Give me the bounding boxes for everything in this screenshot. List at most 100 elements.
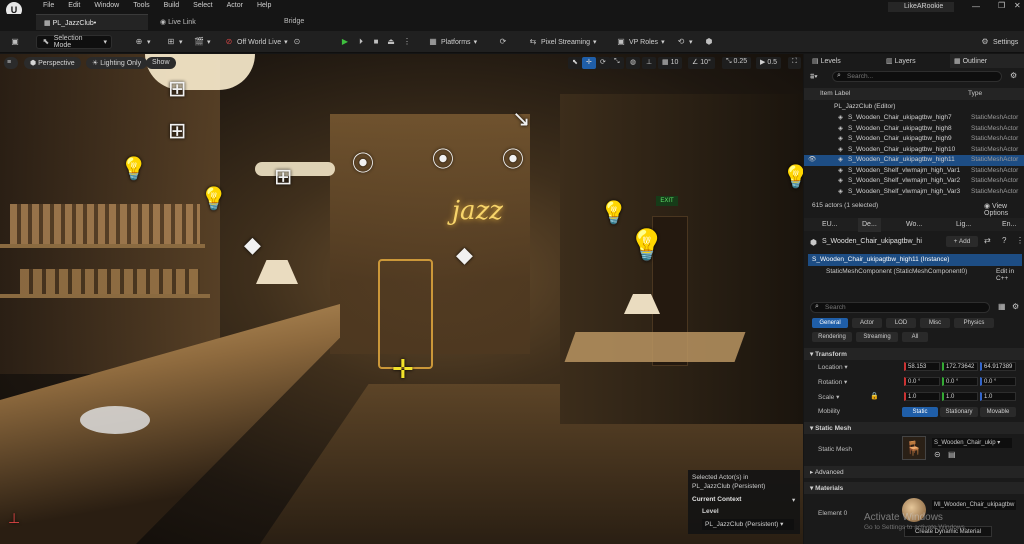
level-dropdown[interactable]: PL_JazzClub (Persistent) ▾ <box>702 519 794 530</box>
menu-edit[interactable]: Edit <box>61 2 87 9</box>
filter-rendering[interactable]: Rendering <box>812 332 852 342</box>
location-dropdown[interactable]: Location ▾ <box>818 363 848 371</box>
menu-actor[interactable]: Actor <box>220 2 250 9</box>
play-options-button[interactable]: ⋮ <box>398 35 416 49</box>
materials-section[interactable]: ▾ Materials <box>804 482 1024 494</box>
point-light-icon[interactable]: ⊞ <box>168 118 186 144</box>
mesh-dropdown[interactable]: S_Wooden_Chair_ukip ▾ <box>932 438 1012 448</box>
scale-snap-button[interactable]: ⤡ 0.25 <box>722 57 752 69</box>
tab-outliner[interactable]: ▦ Outliner <box>950 54 1024 68</box>
component-row[interactable]: StaticMeshComponent (StaticMeshComponent… <box>826 268 967 275</box>
visibility-eye-icon[interactable]: 👁 <box>808 155 816 166</box>
blueprint-button[interactable]: ⊞ ▾ <box>162 35 187 49</box>
maximize-viewport-icon[interactable]: ⛶ <box>788 57 801 69</box>
scale-y[interactable]: 1.0 <box>942 392 978 401</box>
scale-dropdown[interactable]: Scale ▾ <box>818 393 839 401</box>
details-search[interactable]: ⌕ Search <box>810 302 990 313</box>
help-icon[interactable]: ? <box>1002 236 1006 245</box>
settings-dropdown[interactable]: ⚙ Settings <box>976 35 1022 49</box>
tab-levels[interactable]: ▤ Levels <box>808 54 845 68</box>
rect-light-icon[interactable]: ◆ <box>456 242 473 268</box>
tab-env[interactable]: En... <box>998 218 1020 232</box>
maximize-icon[interactable]: ❐ <box>998 1 1005 10</box>
menu-build[interactable]: Build <box>157 2 187 9</box>
level-viewport[interactable]: jazz EXIT ⊞ ⊞ ⊞ ⦿ ⦿ ⦿ ↘ 💡 💡 💡 💡 💡 ◆ ◆ ✛ … <box>0 54 803 544</box>
material-dropdown[interactable]: MI_Wooden_Chair_ukipagtbw <box>932 500 1016 510</box>
save-icon[interactable]: ▣ <box>6 35 24 49</box>
selection-mode-dropdown[interactable]: ⬉ Selection Mode ▾ <box>36 35 112 49</box>
lightbulb-icon[interactable]: 💡 <box>600 200 627 226</box>
platforms-dropdown[interactable]: ▦ Platforms ▾ <box>424 35 481 49</box>
refresh-button[interactable]: ⟳ <box>494 35 512 49</box>
outliner-row[interactable]: ◈ S_Wooden_Shelf_vlwmajm_high_Var1 StaticM… <box>804 166 1024 177</box>
filter-general[interactable]: General <box>812 318 848 328</box>
outliner-row[interactable]: ◈ S_Wooden_Shelf_vlwmajm_high_Var3 StaticM… <box>804 187 1024 198</box>
scale-x[interactable]: 1.0 <box>904 392 940 401</box>
location-z[interactable]: 64.917389 <box>980 362 1016 371</box>
tab-bridge[interactable]: Bridge <box>276 14 356 30</box>
lightbulb-icon[interactable]: 💡 <box>120 156 147 182</box>
col-item-label[interactable]: Item Label <box>820 90 850 97</box>
record-button[interactable]: ⊙ <box>288 35 306 49</box>
menu-select[interactable]: Select <box>186 2 219 9</box>
rotation-y[interactable]: 0.0 ° <box>942 377 978 386</box>
rotation-z[interactable]: 0.0 ° <box>980 377 1016 386</box>
mobility-static[interactable]: Static <box>902 407 938 417</box>
lighting-only-button[interactable]: ☀ Lighting Only <box>86 57 148 69</box>
mobility-stationary[interactable]: Stationary <box>940 407 978 417</box>
rotate-mode-icon[interactable]: ⟳ <box>596 57 610 69</box>
filter-misc[interactable]: Misc <box>920 318 950 328</box>
outliner-row[interactable]: 👁 ◈ S_Wooden_Chair_ukipagtbw_high11 StaticM… <box>804 155 1024 166</box>
lock-icon[interactable]: 🔒 <box>870 392 879 400</box>
point-light-icon[interactable]: ⊞ <box>168 76 186 102</box>
outliner-search[interactable]: ⌕ Search... <box>832 71 1002 82</box>
angle-snap-button[interactable]: ∠ 10° <box>688 57 715 69</box>
outliner-row[interactable]: ◈ S_Wooden_Chair_ukipagtbw_high8 StaticMes… <box>804 124 1024 135</box>
transform-section[interactable]: ▾ Transform <box>804 348 1024 360</box>
tab-level[interactable]: ▦ PL_JazzClub• <box>36 14 148 30</box>
select-mode-icon[interactable]: ⬉ <box>568 57 582 69</box>
filter-physics[interactable]: Physics <box>954 318 994 328</box>
close-icon[interactable]: ✕ <box>1014 1 1021 10</box>
scale-mode-icon[interactable]: ⤡ <box>610 57 624 69</box>
outliner-row[interactable]: ◈ S_Wooden_Shelf_vlwmajm_high_Var2 StaticM… <box>804 176 1024 187</box>
menu-window[interactable]: Window <box>87 2 126 9</box>
chair-selected[interactable] <box>378 259 433 369</box>
filter-streaming[interactable]: Streaming <box>856 332 898 342</box>
edit-cpp-link[interactable]: Edit in C++ <box>996 268 1024 282</box>
add-actor-button[interactable]: ⊕ ▾ <box>130 35 155 49</box>
filter-actor[interactable]: Actor <box>852 318 882 328</box>
outliner-root[interactable]: PL_JazzClub (Editor) <box>804 102 1024 113</box>
location-y[interactable]: 172.73642 <box>942 362 978 371</box>
lightbulb-icon[interactable]: 💡 <box>628 228 665 263</box>
outliner-row[interactable]: ◈ S_Wooden_Chair_ukipagtbw_high9 StaticMes… <box>804 134 1024 145</box>
current-context-header[interactable]: Current Context <box>692 496 741 503</box>
rotation-dropdown[interactable]: Rotation ▾ <box>818 378 847 386</box>
menu-help[interactable]: Help <box>250 2 278 9</box>
cube-button[interactable]: ⬢ <box>700 35 718 49</box>
tab-world[interactable]: Wo... <box>902 218 926 232</box>
scale-z[interactable]: 1.0 <box>980 392 1016 401</box>
outliner-row[interactable]: ◈ S_Wooden_Chair_ukipagtbw_high10 StaticMe… <box>804 145 1024 156</box>
grid-view-icon[interactable]: ▦ <box>998 302 1006 311</box>
tab-details[interactable]: De... <box>858 218 881 232</box>
tab-eu[interactable]: EU... <box>818 218 842 232</box>
static-mesh-section[interactable]: ▾ Static Mesh <box>804 422 1024 434</box>
add-component-button[interactable]: + Add <box>946 236 978 247</box>
blueprint-edit-icon[interactable]: ⇄ <box>984 236 991 245</box>
outliner-row[interactable]: ◈ S_Wooden_Chair_ukipagtbw_high7 StaticMes… <box>804 113 1024 124</box>
minimize-icon[interactable]: — <box>972 2 980 11</box>
pixel-streaming-dropdown[interactable]: ⇆ Pixel Streaming ▾ <box>524 35 601 49</box>
instance-row[interactable]: S_Wooden_Chair_ukipagtbw_high11 (Instanc… <box>808 254 1022 266</box>
mesh-thumbnail[interactable]: 🪑 <box>902 436 926 460</box>
cinematics-button[interactable]: 🎬 ▾ <box>190 35 215 49</box>
perspective-button[interactable]: ⬢ Perspective <box>24 57 81 69</box>
vp-roles-dropdown[interactable]: ▣ VP Roles ▾ <box>612 35 669 49</box>
lightbulb-icon[interactable]: 💡 <box>200 186 227 212</box>
filter-all[interactable]: All <box>902 332 928 342</box>
tab-live-link[interactable]: ◉ Live Link <box>152 14 262 30</box>
off-world-live-dropdown[interactable]: ⊘ Off World Live ▾ <box>220 35 292 49</box>
spot-light-icon[interactable]: ⦿ <box>352 146 374 178</box>
view-options-icon[interactable]: ◉ View Options <box>984 202 1024 217</box>
filter-icon[interactable]: ⩩▾ <box>810 72 818 82</box>
